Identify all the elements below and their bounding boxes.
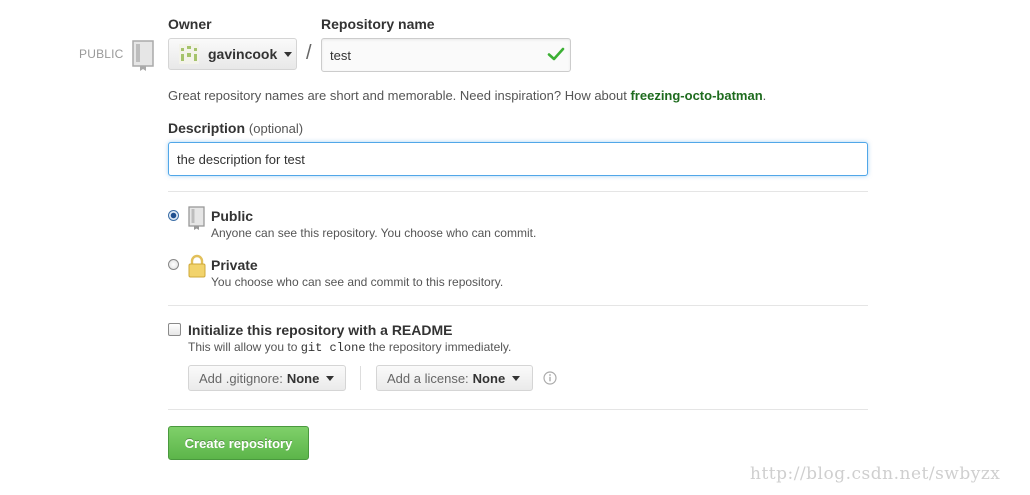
repo-icon [188, 206, 205, 230]
description-label: Description (optional) [168, 120, 303, 136]
divider [168, 191, 868, 192]
init-desc-after: the repository immediately. [365, 340, 512, 354]
private-description: You choose who can see and commit to thi… [211, 275, 504, 289]
repo-name-label: Repository name [321, 16, 435, 32]
owner-label: Owner [168, 16, 212, 32]
caret-down-icon [326, 375, 335, 381]
license-label: Add a license: [387, 370, 469, 386]
create-repository-button[interactable]: Create repository [168, 426, 309, 460]
caret-down-icon [284, 51, 293, 57]
watermark-text: http://blog.csdn.net/swbyzx [750, 464, 1001, 484]
private-title: Private [211, 257, 258, 273]
init-readme-checkbox[interactable] [168, 323, 181, 336]
hint-text: Great repository names are short and mem… [168, 88, 631, 103]
description-label-text: Description [168, 120, 246, 136]
public-radio[interactable] [168, 210, 179, 221]
license-select-button[interactable]: Add a license: None [376, 365, 533, 391]
check-icon [547, 47, 565, 61]
owner-name: gavincook [208, 46, 278, 62]
license-value: None [472, 370, 506, 386]
repo-name-input[interactable] [321, 38, 571, 72]
description-input[interactable] [168, 142, 868, 176]
divider [168, 409, 868, 410]
lock-icon [188, 254, 206, 278]
hint-suffix: . [762, 88, 767, 103]
owner-select-button[interactable]: gavincook [168, 38, 297, 70]
owner-avatar-icon [179, 44, 199, 64]
name-suggestion-link[interactable]: freezing-octo-batman [630, 88, 762, 103]
init-desc-before: This will allow you to [188, 340, 301, 354]
init-desc-code: git clone [300, 341, 366, 355]
repo-name-hint: Great repository names are short and mem… [168, 88, 766, 103]
private-radio[interactable] [168, 259, 179, 270]
init-readme-description: This will allow you to git clone the rep… [188, 340, 511, 355]
caret-down-icon [512, 375, 521, 381]
vertical-divider [360, 366, 361, 390]
public-title: Public [211, 208, 254, 224]
description-optional: (optional) [248, 121, 304, 136]
gitignore-value: None [286, 370, 320, 386]
visibility-tag: PUBLIC [79, 47, 124, 61]
repo-icon [132, 40, 154, 71]
gitignore-label: Add .gitignore: [199, 370, 283, 386]
public-description: Anyone can see this repository. You choo… [211, 226, 537, 240]
init-readme-title: Initialize this repository with a README [188, 322, 453, 338]
info-icon[interactable] [543, 371, 557, 385]
divider [168, 305, 868, 306]
owner-repo-separator: / [306, 42, 312, 64]
gitignore-select-button[interactable]: Add .gitignore: None [188, 365, 346, 391]
